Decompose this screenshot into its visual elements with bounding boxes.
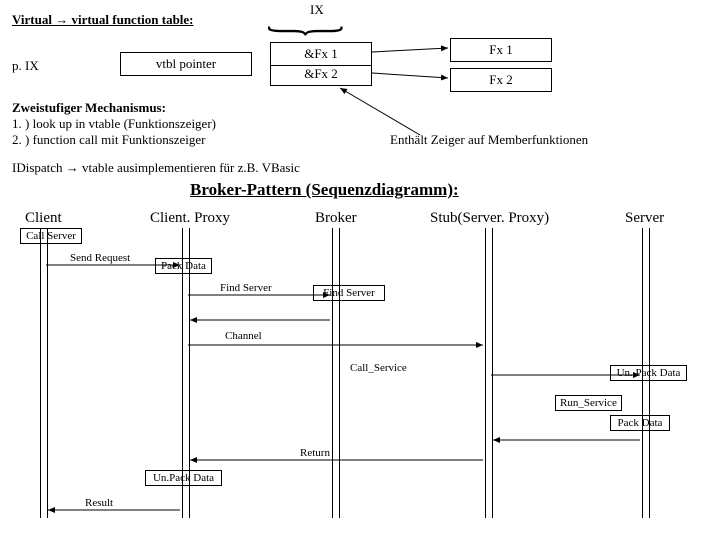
actor-broker: Broker	[315, 210, 357, 227]
msg-find-server-1: Find Server	[220, 282, 272, 294]
idispatch-note: IDispatch → vtable ausimplementieren für…	[12, 160, 300, 176]
fx-box-0: Fx 1	[450, 38, 552, 62]
msg-unpack-data-2: Un.Pack Data	[145, 470, 222, 486]
msg-call-server: Call Server	[20, 228, 82, 244]
mech-step-2: 2. ) function call mit Funktionszeiger	[12, 132, 216, 148]
lifeline-stub	[485, 228, 493, 518]
broker-title: Broker-Pattern (Sequenzdiagramm):	[190, 180, 459, 200]
vtable-title: Virtual → virtual function table:	[12, 12, 194, 28]
msg-channel: Channel	[225, 330, 262, 342]
msg-result: Result	[85, 497, 113, 509]
actor-client-proxy: Client. Proxy	[150, 210, 230, 227]
msg-return: Return	[300, 447, 330, 459]
vtbl-pointer-box: vtbl pointer	[120, 52, 252, 76]
actor-stub: Stub(Server. Proxy)	[430, 210, 549, 227]
msg-pack-data-1: Pack Data	[155, 258, 212, 274]
msg-unpack-data-1: Un. Pack Data	[610, 365, 687, 381]
lifeline-broker	[332, 228, 340, 518]
actor-server: Server	[625, 210, 664, 227]
msg-pack-data-2: Pack Data	[610, 415, 670, 431]
msg-send-request: Send Request	[70, 252, 130, 264]
pix-label: p. IX	[12, 58, 39, 74]
mechanism-block: Zweistufiger Mechanismus: 1. ) look up i…	[12, 100, 216, 148]
vtable-note: Enthält Zeiger auf Memberfunktionen	[390, 132, 588, 148]
vtable-entry-1: &Fx 2	[270, 63, 372, 86]
lifeline-client	[40, 228, 48, 518]
msg-run-service: Run_Service	[555, 395, 622, 411]
brace-icon: }	[256, 24, 358, 38]
fx-box-1: Fx 2	[450, 68, 552, 92]
msg-call-service: Call_Service	[350, 362, 407, 374]
ix-label: IX	[310, 2, 324, 18]
mech-title: Zweistufiger Mechanismus:	[12, 100, 216, 116]
mech-step-1: 1. ) look up in vtable (Funktionszeiger)	[12, 116, 216, 132]
actor-client: Client	[25, 210, 62, 227]
msg-find-server-2: Find Server	[313, 285, 385, 301]
